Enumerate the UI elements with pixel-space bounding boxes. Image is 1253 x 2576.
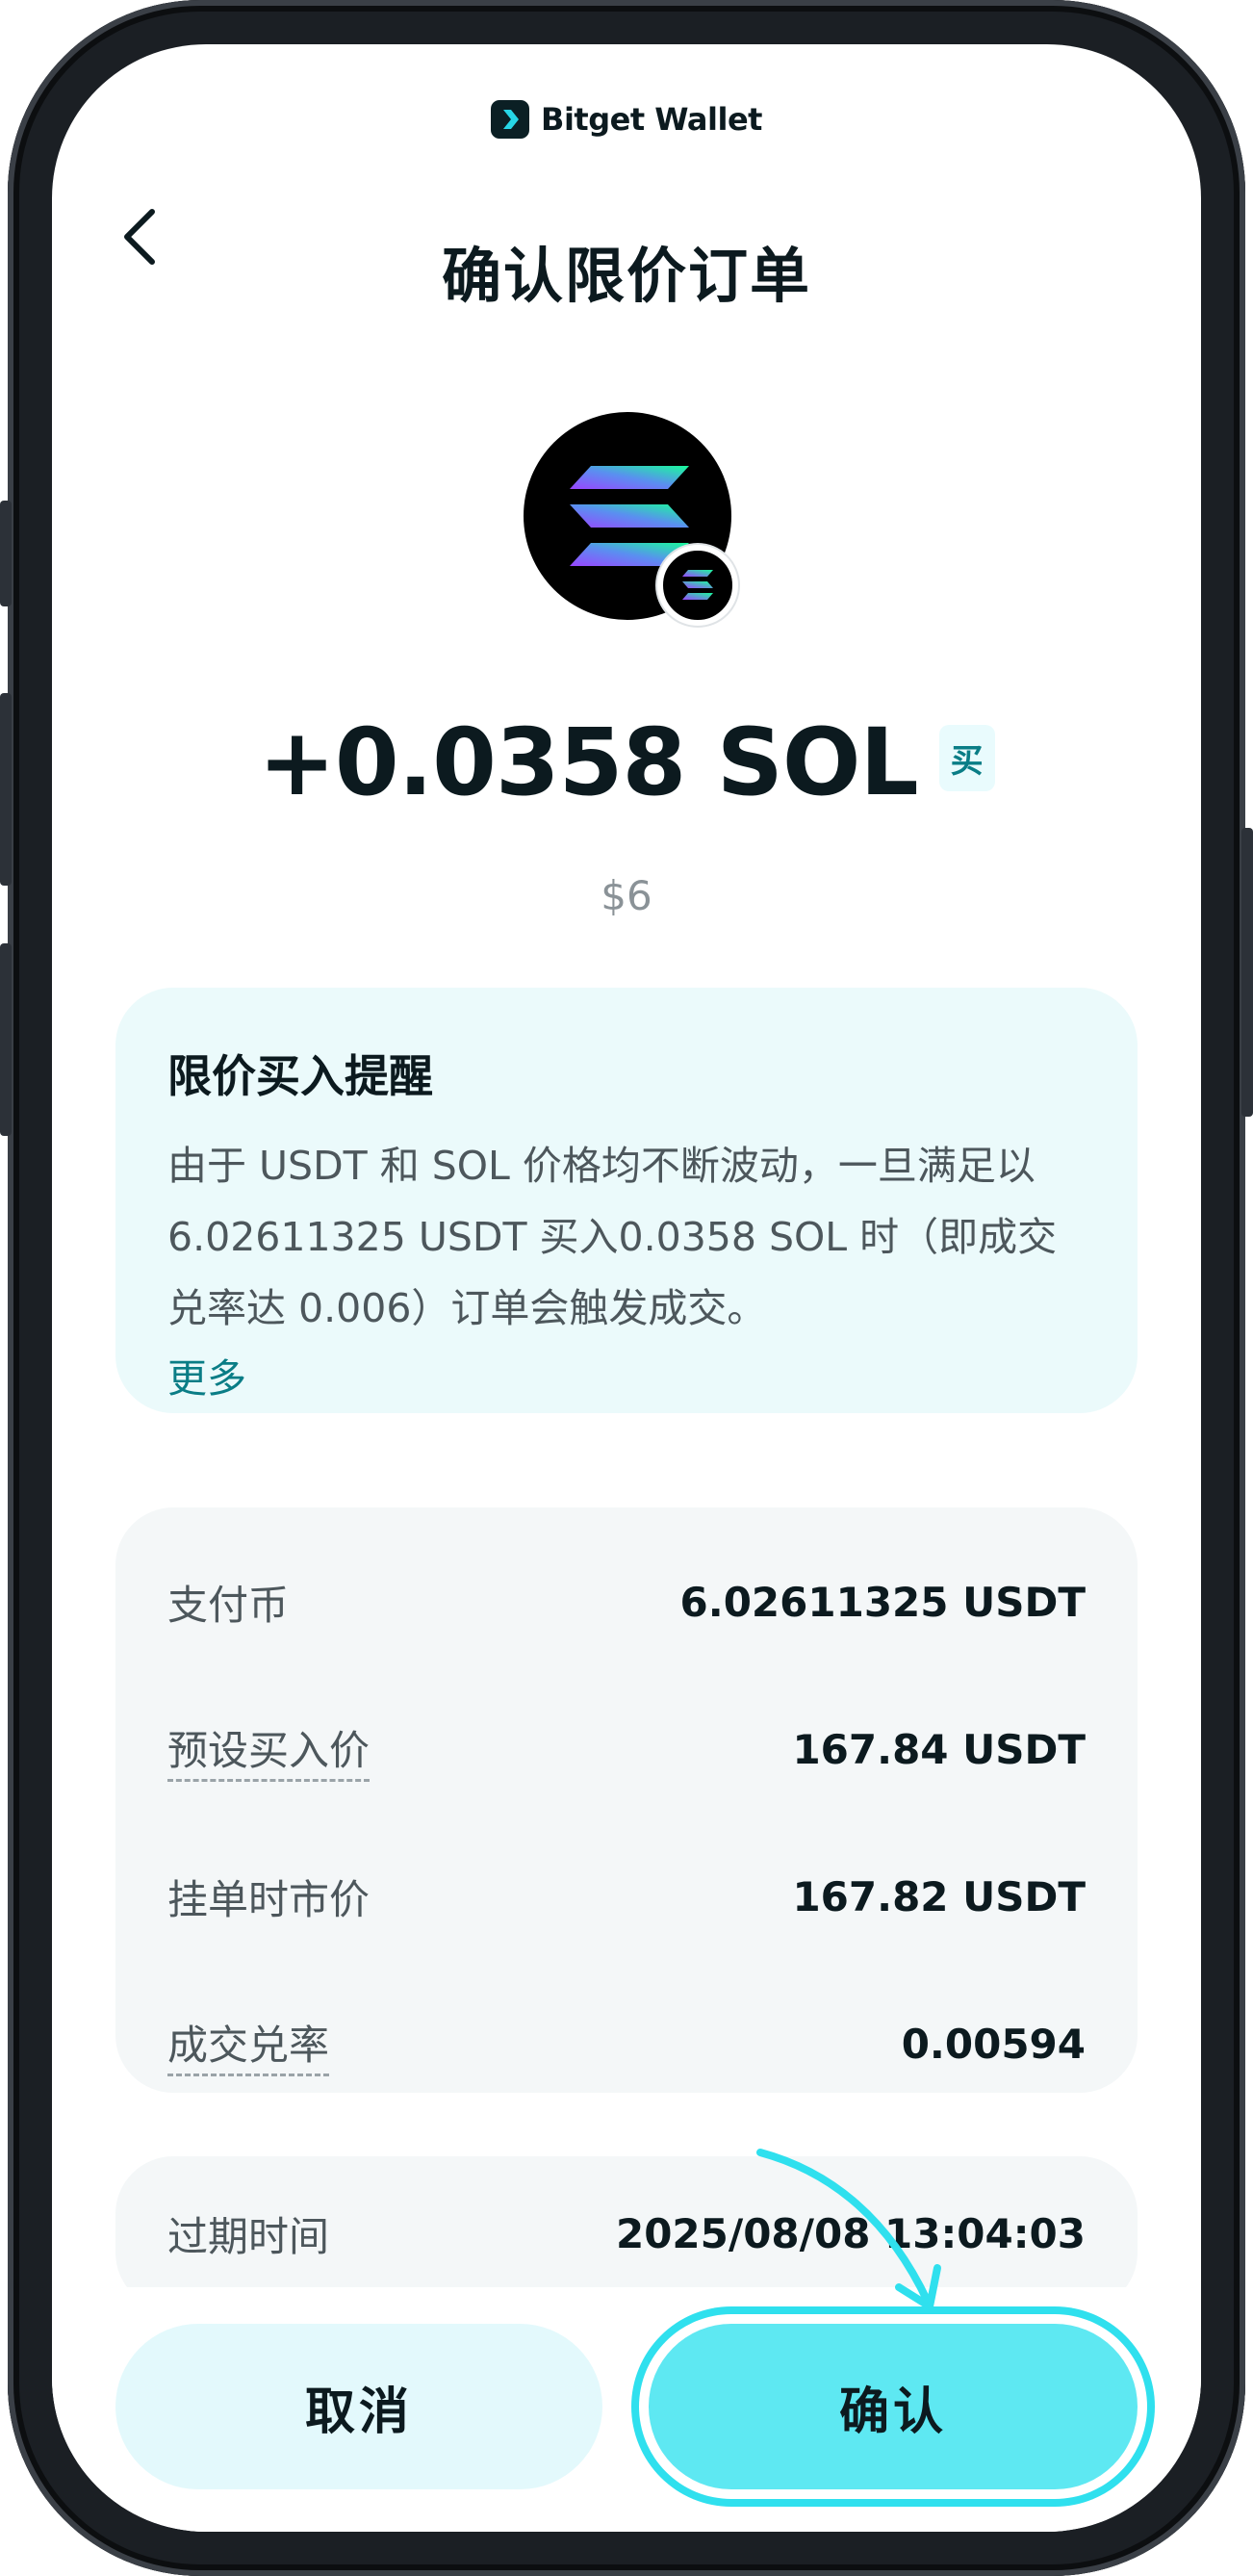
phone-side-button [0, 693, 12, 886]
detail-row-preset-price: 预设买入价 167.84 USDT [167, 1676, 1086, 1823]
detail-row-pay-coin: 支付币 6.02611325 USDT [167, 1529, 1086, 1676]
side-badge: 买 [938, 724, 995, 791]
detail-row-exchange-rate: 成交兑率 0.00594 [167, 1971, 1086, 2118]
solana-chain-icon [657, 545, 738, 626]
detail-value: 0.00594 [901, 2021, 1086, 2068]
phone-side-button [0, 943, 12, 1136]
order-details-card: 支付币 6.02611325 USDT 预设买入价 167.84 USDT 挂单… [115, 1507, 1138, 2093]
brand-header: Bitget Wallet [52, 100, 1201, 139]
cancel-button[interactable]: 取消 [115, 2324, 602, 2489]
phone-side-button [0, 501, 12, 606]
token-amount: +0.0358 SOL [258, 708, 918, 816]
fiat-value: $6 [601, 872, 652, 919]
confirm-button[interactable]: 确认 [649, 2324, 1138, 2489]
detail-label-tooltip[interactable]: 预设买入价 [167, 1718, 371, 1782]
bitget-logo-icon [491, 100, 530, 139]
phone-side-button [1241, 828, 1253, 1117]
detail-value: 167.82 USDT [792, 1873, 1086, 1920]
hint-arrow-icon [756, 2149, 941, 2310]
notice-title: 限价买入提醒 [167, 1050, 433, 1102]
detail-label: 挂单时市价 [167, 1876, 371, 1923]
detail-row-market-price: 挂单时市价 167.82 USDT [167, 1823, 1086, 1971]
expire-label: 过期时间 [167, 2212, 330, 2260]
app-screen: Bitget Wallet 确认限价订单 +0.0358 SOL 买 $6 限价… [52, 44, 1201, 2532]
detail-label: 支付币 [167, 1582, 290, 1629]
limit-buy-notice: 限价买入提醒 由于 USDT 和 SOL 价格均不断波动，一旦满足以 6.026… [115, 988, 1138, 1413]
detail-value: 6.02611325 USDT [679, 1579, 1086, 1626]
brand-name: Bitget Wallet [541, 101, 762, 138]
notice-more-link[interactable]: 更多 [167, 1346, 1086, 1404]
detail-label-tooltip[interactable]: 成交兑率 [167, 2013, 330, 2076]
page-title: 确认限价订单 [441, 241, 811, 311]
detail-value: 167.84 USDT [792, 1726, 1086, 1773]
notice-body: 由于 USDT 和 SOL 价格均不断波动，一旦满足以 6.02611325 U… [167, 1143, 1058, 1331]
amount-row: +0.0358 SOL 买 [52, 708, 1201, 816]
